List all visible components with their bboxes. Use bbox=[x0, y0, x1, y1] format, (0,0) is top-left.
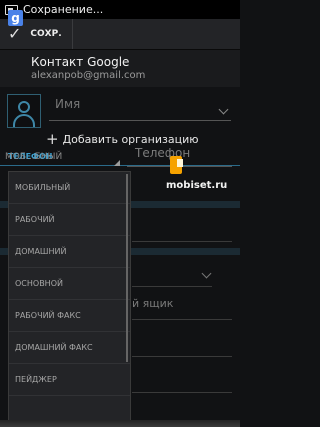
dropdown-option-mobile[interactable]: МОБИЛЬНЫЙ bbox=[9, 172, 130, 204]
google-icon: g bbox=[8, 10, 23, 26]
account-title: Контакт Google bbox=[31, 55, 130, 69]
bg-divider-4 bbox=[132, 356, 232, 357]
status-title: Сохранение... bbox=[23, 3, 104, 16]
dropdown-option-home[interactable]: ДОМАШНИЙ bbox=[9, 236, 130, 268]
chevron-down-icon[interactable] bbox=[218, 104, 229, 115]
bg-divider-2 bbox=[132, 286, 212, 287]
bg-divider-3 bbox=[132, 319, 232, 320]
name-input: Имя bbox=[55, 97, 81, 111]
corner-triangle-icon bbox=[114, 160, 120, 166]
dropdown-option-work[interactable]: РАБОЧИЙ bbox=[9, 204, 130, 236]
contact-photo-button[interactable] bbox=[7, 94, 41, 128]
save-label: СОХР. bbox=[30, 29, 62, 39]
dropdown-option-work-fax[interactable]: РАБОЧИЙ ФАКС bbox=[9, 300, 130, 332]
dropdown-option-home-fax[interactable]: ДОМАШНИЙ ФАКС bbox=[9, 332, 130, 364]
account-email: alexanpob@gmail.com bbox=[31, 70, 146, 81]
phone-type-value: МОБ...БНЫЙ bbox=[5, 152, 63, 162]
bg-divider bbox=[132, 241, 232, 242]
status-bar: Сохранение... bbox=[0, 0, 240, 19]
phone-type-dropdown[interactable]: МОБИЛЬНЫЙ РАБОЧИЙ ДОМАШНИЙ ОСНОВНОЙ РАБО… bbox=[8, 171, 131, 427]
action-bar: ✓ СОХР. bbox=[0, 19, 240, 50]
chevron-down-icon[interactable] bbox=[201, 268, 212, 279]
watermark-text: mobiset.ru bbox=[166, 180, 228, 191]
name-field[interactable]: Имя bbox=[49, 94, 231, 121]
dropdown-option-pager[interactable]: ПЕЙДЖЕР bbox=[9, 364, 130, 396]
mobiset-logo-icon bbox=[170, 156, 183, 174]
bg-mailbox-field: й ящик bbox=[132, 297, 174, 310]
bg-divider-5 bbox=[132, 392, 232, 393]
check-icon: ✓ bbox=[8, 24, 22, 43]
avatar-icon bbox=[18, 101, 30, 113]
dropdown-scrollbar[interactable] bbox=[126, 174, 128, 362]
dropdown-option-main[interactable]: ОСНОВНОЙ bbox=[9, 268, 130, 300]
bottom-edge bbox=[0, 420, 240, 427]
avatar-body bbox=[13, 114, 35, 127]
mobiset-logo-screen bbox=[177, 159, 183, 167]
mobiset-watermark: mobiset.ru bbox=[166, 156, 240, 204]
